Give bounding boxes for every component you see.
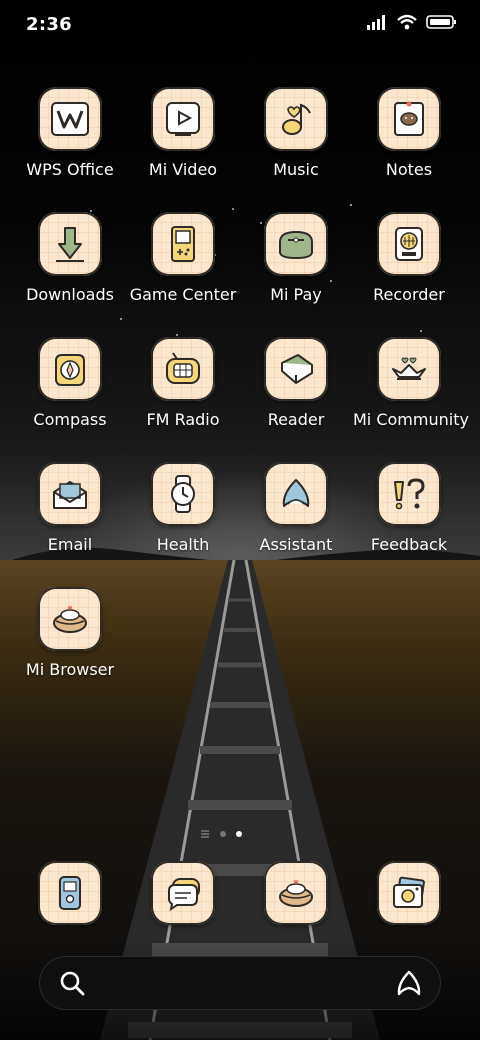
app-label: Reader	[267, 410, 325, 429]
app-label: Mi Community	[353, 410, 469, 429]
music-icon	[264, 87, 328, 151]
app-label: Notes	[385, 160, 433, 179]
app-downloads[interactable]: Downloads	[14, 212, 126, 304]
app-mi-browser[interactable]: Mi Browser	[14, 587, 126, 679]
downloads-icon	[38, 212, 102, 276]
feedback-icon	[377, 462, 441, 526]
app-recorder[interactable]: Recorder	[353, 212, 465, 304]
wps-office-icon	[38, 87, 102, 151]
status-icons	[366, 14, 458, 30]
game-center-icon	[151, 212, 215, 276]
app-label: Mi Pay	[270, 285, 322, 304]
app-mi-pay[interactable]: Mi Pay	[240, 212, 352, 304]
reader-icon	[264, 337, 328, 401]
mi-community-icon	[377, 337, 441, 401]
page-dot[interactable]	[220, 831, 226, 837]
app-fm-radio[interactable]: FM Radio	[127, 337, 239, 429]
app-reader[interactable]: Reader	[240, 337, 352, 429]
app-label: Downloads	[26, 285, 114, 304]
app-label: Email	[47, 535, 93, 554]
signal-icon	[367, 15, 385, 30]
app-label: Game Center	[129, 285, 237, 304]
app-label: Mi Browser	[25, 660, 115, 679]
battery-icon	[426, 15, 456, 29]
dock-browser[interactable]	[240, 861, 352, 925]
app-music[interactable]: Music	[240, 87, 352, 179]
app-label: FM Radio	[146, 410, 220, 429]
dock-phone[interactable]	[14, 861, 126, 925]
health-icon	[151, 462, 215, 526]
messages-icon	[151, 861, 215, 925]
mi-pay-icon	[264, 212, 328, 276]
fm-radio-icon	[151, 337, 215, 401]
status-time: 2:36	[26, 14, 72, 35]
app-assistant[interactable]: Assistant	[240, 462, 352, 554]
app-label: Mi Video	[148, 160, 218, 179]
wifi-icon	[397, 14, 417, 30]
app-label: Compass	[33, 410, 107, 429]
assistant-icon	[264, 462, 328, 526]
compass-icon	[38, 337, 102, 401]
app-compass[interactable]: Compass	[14, 337, 126, 429]
app-mi-video[interactable]: Mi Video	[127, 87, 239, 179]
camera-icon	[377, 861, 441, 925]
recorder-icon	[377, 212, 441, 276]
dock-camera[interactable]	[353, 861, 465, 925]
email-icon	[38, 462, 102, 526]
mi-video-icon	[151, 87, 215, 151]
assistant-icon[interactable]	[395, 969, 423, 997]
app-game-center[interactable]: Game Center	[127, 212, 239, 304]
notes-icon	[377, 87, 441, 151]
dock-messages[interactable]	[127, 861, 239, 925]
app-label: Recorder	[373, 285, 445, 304]
app-notes[interactable]: Notes	[353, 87, 465, 179]
page-dot-active[interactable]	[236, 831, 242, 837]
app-label: WPS Office	[26, 160, 114, 179]
app-label: Health	[156, 535, 210, 554]
app-wps-office[interactable]: WPS Office	[14, 87, 126, 179]
app-label: Assistant	[259, 535, 333, 554]
app-label: Feedback	[370, 535, 448, 554]
app-mi-community[interactable]: Mi Community	[353, 337, 469, 429]
search-bar[interactable]	[39, 956, 441, 1010]
page-indicator[interactable]	[200, 830, 242, 838]
phone-icon	[38, 861, 102, 925]
search-icon[interactable]	[59, 970, 85, 996]
status-bar: 2:36	[0, 0, 480, 50]
app-email[interactable]: Email	[14, 462, 126, 554]
app-health[interactable]: Health	[127, 462, 239, 554]
menu-lines-icon	[201, 830, 209, 838]
mi-browser-icon	[38, 587, 102, 651]
app-label: Music	[273, 160, 319, 179]
browser-icon	[264, 861, 328, 925]
app-feedback[interactable]: Feedback	[353, 462, 465, 554]
